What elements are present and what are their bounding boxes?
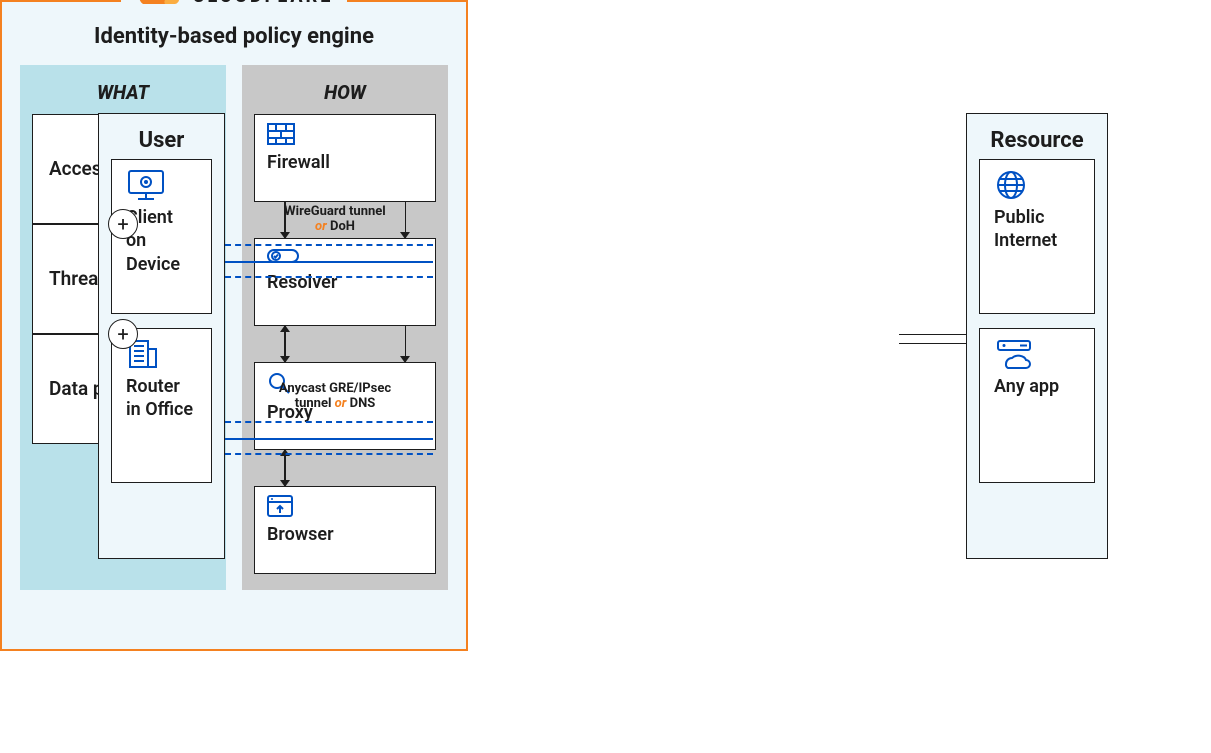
card-label: Router in Office: [126, 375, 197, 422]
office-icon: [126, 339, 197, 369]
arrow-bidir-icon: [284, 326, 286, 362]
connector-right: [899, 334, 967, 344]
center-panel: CLOUDFLARE Identity-based policy engine …: [0, 0, 468, 651]
card-label: Public Internet: [994, 206, 1080, 253]
cloudflare-logo: CLOUDFLARE: [121, 0, 348, 10]
cloudflare-cloud-icon: [135, 0, 185, 10]
resource-panel-title: Resource: [967, 114, 1107, 159]
connector-tunnel-top: [225, 244, 433, 278]
how-card-label: Firewall: [267, 152, 423, 173]
how-card-browser: Browser: [254, 486, 436, 574]
firewall-icon: [267, 123, 423, 150]
connector-tunnel-bottom: [225, 421, 433, 455]
arrow-down-icon: [405, 326, 407, 362]
card-label: Any app: [994, 375, 1080, 398]
card-router-in-office: Router in Office: [111, 328, 212, 483]
card-public-internet: Public Internet: [979, 159, 1095, 314]
what-heading: WHAT: [32, 75, 214, 114]
connector-label-top: WireGuard tunnel or DoH: [255, 204, 415, 234]
how-column: HOW Firewall Resolver: [242, 65, 448, 590]
brand-text: CLOUDFLARE: [193, 0, 334, 7]
center-subtitle: Identity-based policy engine: [20, 24, 448, 49]
server-cloud-icon: [994, 339, 1080, 369]
resource-panel: Resource Public Internet Any app: [966, 113, 1108, 559]
arrow-bidir-icon: [284, 450, 286, 486]
browser-icon: [267, 495, 423, 522]
card-label: Client on Device: [126, 206, 197, 276]
monitor-icon: [126, 170, 197, 200]
globe-icon: [994, 170, 1080, 200]
how-card-firewall: Firewall: [254, 114, 436, 202]
connector-label-bottom: Anycast GRE/IPsec tunnel or DNS: [255, 381, 415, 411]
plus-icon: +: [108, 209, 138, 239]
how-heading: HOW: [254, 75, 436, 114]
how-card-label: Browser: [267, 524, 423, 545]
user-panel-title: User: [99, 114, 224, 159]
plus-icon: +: [108, 319, 138, 349]
card-any-app: Any app: [979, 328, 1095, 483]
